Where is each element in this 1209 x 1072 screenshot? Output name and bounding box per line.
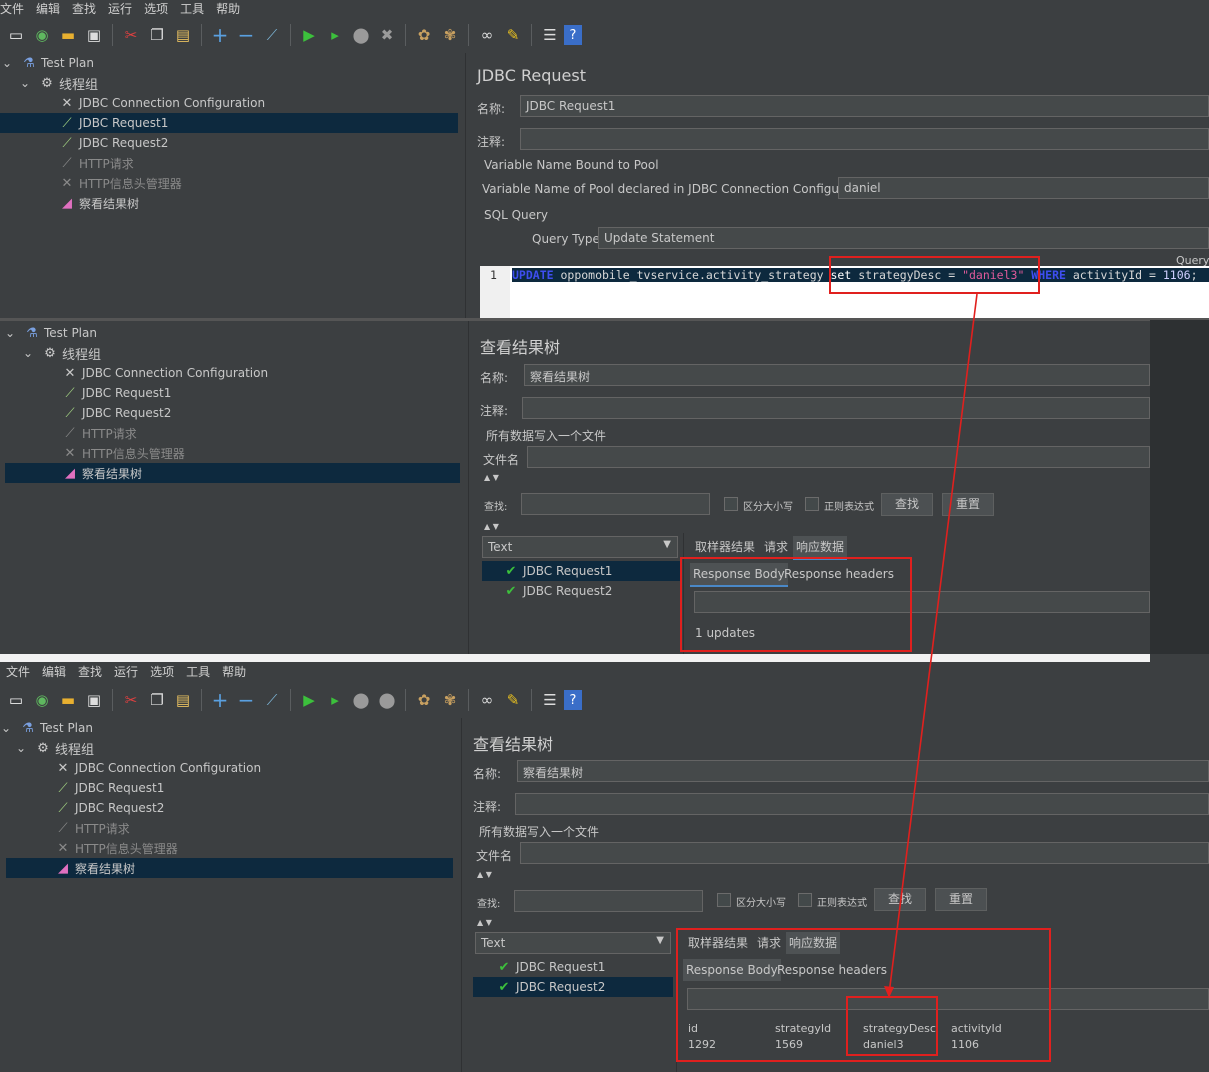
annotation-arrow: [884, 293, 978, 998]
arrow-head: [884, 986, 894, 998]
arrow-line: [888, 293, 978, 995]
